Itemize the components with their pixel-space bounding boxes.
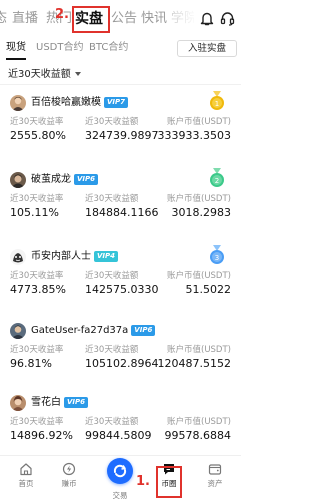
trade-fab-button[interactable] <box>107 458 133 484</box>
headset-icon[interactable] <box>220 11 235 26</box>
metric-label-pnl: 近30天收益额 <box>85 345 139 355</box>
annotation-box-feed <box>156 466 182 498</box>
avatar <box>10 95 26 111</box>
subtab-usdt-futures[interactable]: USDT合约 <box>36 41 83 55</box>
avatar <box>10 249 26 265</box>
metric-balance: 333933.3503 <box>157 129 231 142</box>
tab-news-flash[interactable]: 快讯 <box>141 8 167 30</box>
metric-label-roi: 近30天收益率 <box>10 194 64 204</box>
metric-label-balance: 账户币值(USDT) <box>167 417 231 427</box>
tab-announcements[interactable]: 公告 <box>111 8 137 30</box>
trader-name-row: 雪花白 VIP6 <box>31 396 89 410</box>
metric-balance: 51.5022 <box>185 283 232 296</box>
gold-medal-icon: 1 <box>210 91 224 110</box>
annotation-step-1: 1. <box>136 474 150 489</box>
vip-badge: VIP4 <box>94 251 119 262</box>
metric-roi: 96.81% <box>10 357 52 370</box>
caret-down-icon <box>74 72 81 76</box>
sub-tabs: 现货 USDT合约 BTC合约 入驻实盘 <box>0 38 241 60</box>
avatar <box>10 323 26 339</box>
metric-pnl: 99844.5809 <box>85 429 152 442</box>
silver-medal-icon: 2 <box>210 168 224 187</box>
vip-badge: VIP6 <box>74 174 99 185</box>
metric-roi: 2555.80% <box>10 129 66 142</box>
metric-balance: 99578.6884 <box>164 429 231 442</box>
bottom-nav-label: 交易 <box>112 491 128 500</box>
vip-badge: VIP6 <box>64 397 89 408</box>
trader-name: 雪花白 <box>31 397 61 408</box>
bottom-nav-label: 首页 <box>18 479 34 488</box>
screen: 态 直播 热门 实盘 公告 快讯 学院 2. 现货 USDT合约 BTC合约 入… <box>0 0 241 500</box>
metric-label-balance: 账户币值(USDT) <box>167 271 231 281</box>
trader-card[interactable]: 百倍梭哈赢嫩模 VIP7 1 近30天收益率 近30天收益额 账户币值(USDT)… <box>0 91 241 171</box>
metric-label-roi: 近30天收益率 <box>10 345 64 355</box>
trader-name-row: 百倍梭哈赢嫩模 VIP7 <box>31 96 129 110</box>
sort-filter-dropdown[interactable]: 近30天收益额 <box>8 67 81 83</box>
vip-badge: VIP6 <box>131 325 156 336</box>
medal-rank: 3 <box>215 254 219 262</box>
annotation-box-real-trading <box>72 6 110 33</box>
bottom-nav-assets[interactable]: 资产 <box>195 462 235 489</box>
trader-name: 币安内部人士 <box>31 251 91 262</box>
bottom-nav-earn[interactable]: 赚币 <box>49 462 89 489</box>
metric-pnl: 184884.1166 <box>85 206 159 219</box>
wallet-icon <box>208 464 222 475</box>
metric-roi: 4773.85% <box>10 283 66 296</box>
subtab-spot[interactable]: 现货 <box>6 41 26 55</box>
medal-rank: 1 <box>215 100 219 108</box>
divider <box>0 84 241 85</box>
metric-label-roi: 近30天收益率 <box>10 417 64 427</box>
medal-rank: 2 <box>215 177 219 185</box>
metric-pnl: 324739.9897 <box>85 129 159 142</box>
metric-label-balance: 账户币值(USDT) <box>167 117 231 127</box>
subtab-btc-futures[interactable]: BTC合约 <box>89 41 128 55</box>
trader-card[interactable]: 币安内部人士 VIP4 3 近30天收益率 近30天收益额 账户币值(USDT) … <box>0 245 241 325</box>
trader-name-row: 币安内部人士 VIP4 <box>31 250 119 264</box>
tab-live[interactable]: 直播 <box>12 8 38 30</box>
metric-label-pnl: 近30天收益额 <box>85 417 139 427</box>
trader-name: 破茧成龙 <box>31 174 71 185</box>
subtab-active-indicator <box>6 58 26 60</box>
bronze-medal-icon: 3 <box>210 245 224 264</box>
bottom-nav-home[interactable]: 首页 <box>6 462 46 489</box>
trader-name-row: GateUser-fa27d37a VIP6 <box>31 324 156 338</box>
metric-label-balance: 账户币值(USDT) <box>167 345 231 355</box>
vip-badge: VIP7 <box>104 97 129 108</box>
metric-balance: 120487.5152 <box>157 357 231 370</box>
tabs-fade <box>165 6 197 32</box>
trader-name: GateUser-fa27d37a <box>31 325 129 336</box>
join-real-trading-button[interactable]: 入驻实盘 <box>177 40 237 57</box>
metric-label-pnl: 近30天收益额 <box>85 271 139 281</box>
metric-roi: 14896.92% <box>10 429 73 442</box>
metric-label-pnl: 近30天收益额 <box>85 194 139 204</box>
trader-name-row: 破茧成龙 VIP6 <box>31 173 99 187</box>
trader-card[interactable]: GateUser-fa27d37a VIP6 近30天收益率 近30天收益额 账户… <box>0 323 241 399</box>
trade-icon <box>113 464 127 478</box>
sort-filter-label: 近30天收益额 <box>8 69 71 80</box>
tab-partial[interactable]: 态 <box>0 8 7 30</box>
trader-name: 百倍梭哈赢嫩模 <box>31 97 101 108</box>
top-nav: 态 直播 热门 实盘 公告 快讯 学院 2. <box>0 0 241 36</box>
metric-label-balance: 账户币值(USDT) <box>167 194 231 204</box>
metric-pnl: 105102.8964 <box>85 357 159 370</box>
metric-label-roi: 近30天收益率 <box>10 117 64 127</box>
avatar <box>10 172 26 188</box>
earn-icon <box>62 462 76 476</box>
avatar <box>10 395 26 411</box>
metric-pnl: 142575.0330 <box>85 283 159 296</box>
metric-label-pnl: 近30天收益额 <box>85 117 139 127</box>
bell-icon[interactable] <box>200 11 214 26</box>
metric-roi: 105.11% <box>10 206 59 219</box>
metric-balance: 3018.2983 <box>171 206 232 219</box>
bottom-nav-label: 资产 <box>207 479 223 488</box>
home-icon <box>20 463 32 476</box>
metric-label-roi: 近30天收益率 <box>10 271 64 281</box>
trader-card[interactable]: 破茧成龙 VIP6 2 近30天收益率 近30天收益额 账户币值(USDT) 10… <box>0 168 241 248</box>
bottom-nav-label: 赚币 <box>61 479 77 488</box>
annotation-step-2: 2. <box>55 7 69 22</box>
